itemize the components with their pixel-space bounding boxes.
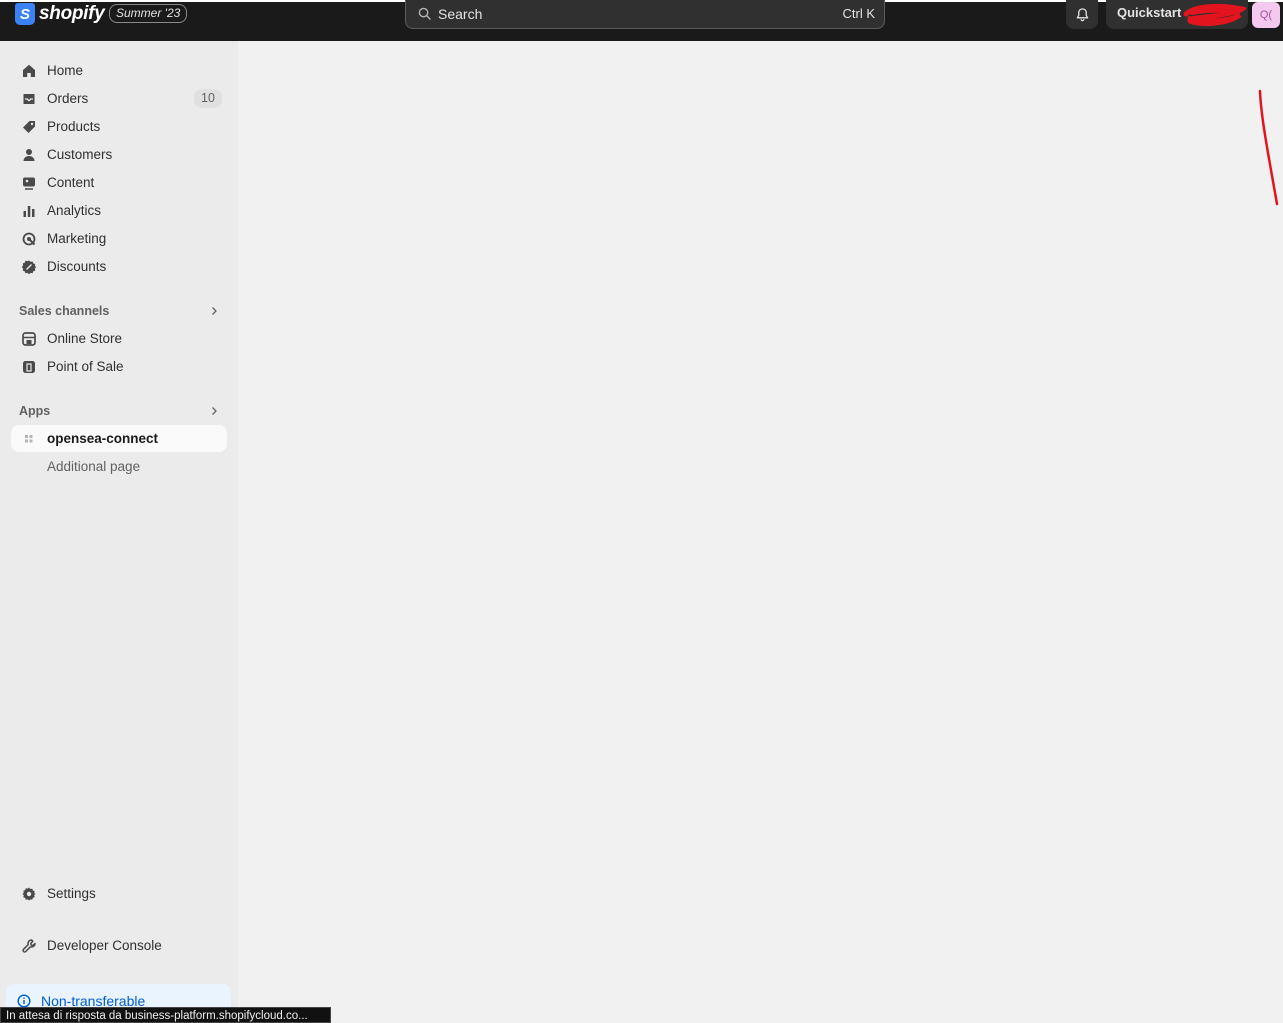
sales-channels-header[interactable]: Sales channels bbox=[11, 299, 227, 323]
sidebar-item-settings[interactable]: Settings bbox=[11, 880, 227, 907]
browser-status-bar: In attesa di risposta da business-platfo… bbox=[0, 1007, 331, 1023]
sidebar-item-additional-page[interactable]: Additional page bbox=[11, 453, 227, 480]
sidebar-item-label: Analytics bbox=[47, 203, 102, 218]
sidebar-item-label: Marketing bbox=[47, 231, 107, 246]
sidebar-item-label: Point of Sale bbox=[47, 359, 124, 374]
section-label: Apps bbox=[19, 404, 51, 418]
sidebar-item-analytics[interactable]: Analytics bbox=[11, 197, 227, 224]
pos-icon bbox=[23, 361, 35, 373]
main-content-area bbox=[238, 41, 1283, 1023]
shopify-bag-icon: S bbox=[15, 3, 35, 25]
content-icon bbox=[23, 177, 35, 190]
search-input[interactable] bbox=[438, 4, 818, 24]
sidebar: Home Orders 10 Products Customers Conten… bbox=[0, 41, 238, 1023]
apps-header[interactable]: Apps bbox=[11, 399, 227, 423]
gear-icon bbox=[22, 887, 36, 901]
person-icon bbox=[23, 149, 35, 161]
sidebar-item-home[interactable]: Home bbox=[11, 57, 227, 84]
target-icon bbox=[22, 232, 36, 246]
info-icon bbox=[17, 994, 31, 1008]
orders-icon bbox=[23, 94, 35, 104]
sidebar-item-label: Orders bbox=[47, 91, 89, 106]
redaction-scribble bbox=[1183, 3, 1246, 26]
search-icon bbox=[418, 7, 431, 20]
avatar[interactable]: Q( bbox=[1252, 2, 1280, 28]
sidebar-item-label: Settings bbox=[47, 886, 96, 901]
sidebar-item-label: Discounts bbox=[47, 259, 107, 274]
sidebar-item-content[interactable]: Content bbox=[11, 169, 227, 196]
chevron-right-icon bbox=[212, 307, 217, 315]
wrench-icon bbox=[22, 939, 36, 953]
bell-icon bbox=[1076, 8, 1088, 22]
sidebar-item-products[interactable]: Products bbox=[11, 113, 227, 140]
sidebar-item-customers[interactable]: Customers bbox=[11, 141, 227, 168]
sidebar-item-online-store[interactable]: Online Store bbox=[11, 325, 227, 352]
tag-icon bbox=[23, 121, 35, 133]
sidebar-item-point-of-sale[interactable]: Point of Sale bbox=[11, 353, 227, 380]
bar-chart-icon bbox=[23, 206, 35, 217]
sidebar-item-developer-console[interactable]: Developer Console bbox=[11, 932, 227, 959]
chevron-right-icon bbox=[212, 407, 217, 415]
sidebar-item-label: opensea-connect bbox=[47, 431, 159, 446]
sidebar-item-label: Products bbox=[47, 119, 101, 134]
section-label: Sales channels bbox=[19, 304, 110, 318]
sidebar-item-label: Additional page bbox=[47, 459, 141, 474]
orders-count-badge: 10 bbox=[194, 89, 222, 108]
sidebar-item-marketing[interactable]: Marketing bbox=[11, 225, 227, 252]
sidebar-item-discounts[interactable]: Discounts bbox=[11, 253, 227, 280]
red-annotation-stroke bbox=[1258, 89, 1279, 206]
home-icon bbox=[23, 64, 35, 77]
top-bar: S shopify Summer '23 Ctrl K Quickstart Q… bbox=[0, 0, 1283, 41]
notifications-button[interactable] bbox=[1066, 0, 1098, 29]
shopify-logo[interactable]: S shopify bbox=[15, 3, 105, 25]
sidebar-item-label: Online Store bbox=[47, 331, 123, 346]
sidebar-item-label: Content bbox=[47, 175, 95, 190]
storefront-icon bbox=[22, 332, 36, 346]
edition-badge[interactable]: Summer '23 bbox=[109, 4, 188, 23]
logo-text: shopify bbox=[39, 3, 105, 24]
app-grid-icon bbox=[25, 435, 33, 443]
search-bar[interactable]: Ctrl K bbox=[405, 0, 885, 29]
sidebar-item-label: Home bbox=[47, 63, 84, 78]
sidebar-item-orders[interactable]: Orders 10 bbox=[11, 85, 227, 112]
sidebar-item-label: Customers bbox=[47, 147, 113, 162]
search-shortcut: Ctrl K bbox=[842, 6, 876, 21]
store-name: Quickstart bbox=[1117, 5, 1182, 20]
discount-icon bbox=[21, 260, 37, 275]
sidebar-item-opensea-connect[interactable]: opensea-connect bbox=[11, 425, 227, 452]
sidebar-item-label: Developer Console bbox=[47, 938, 162, 953]
